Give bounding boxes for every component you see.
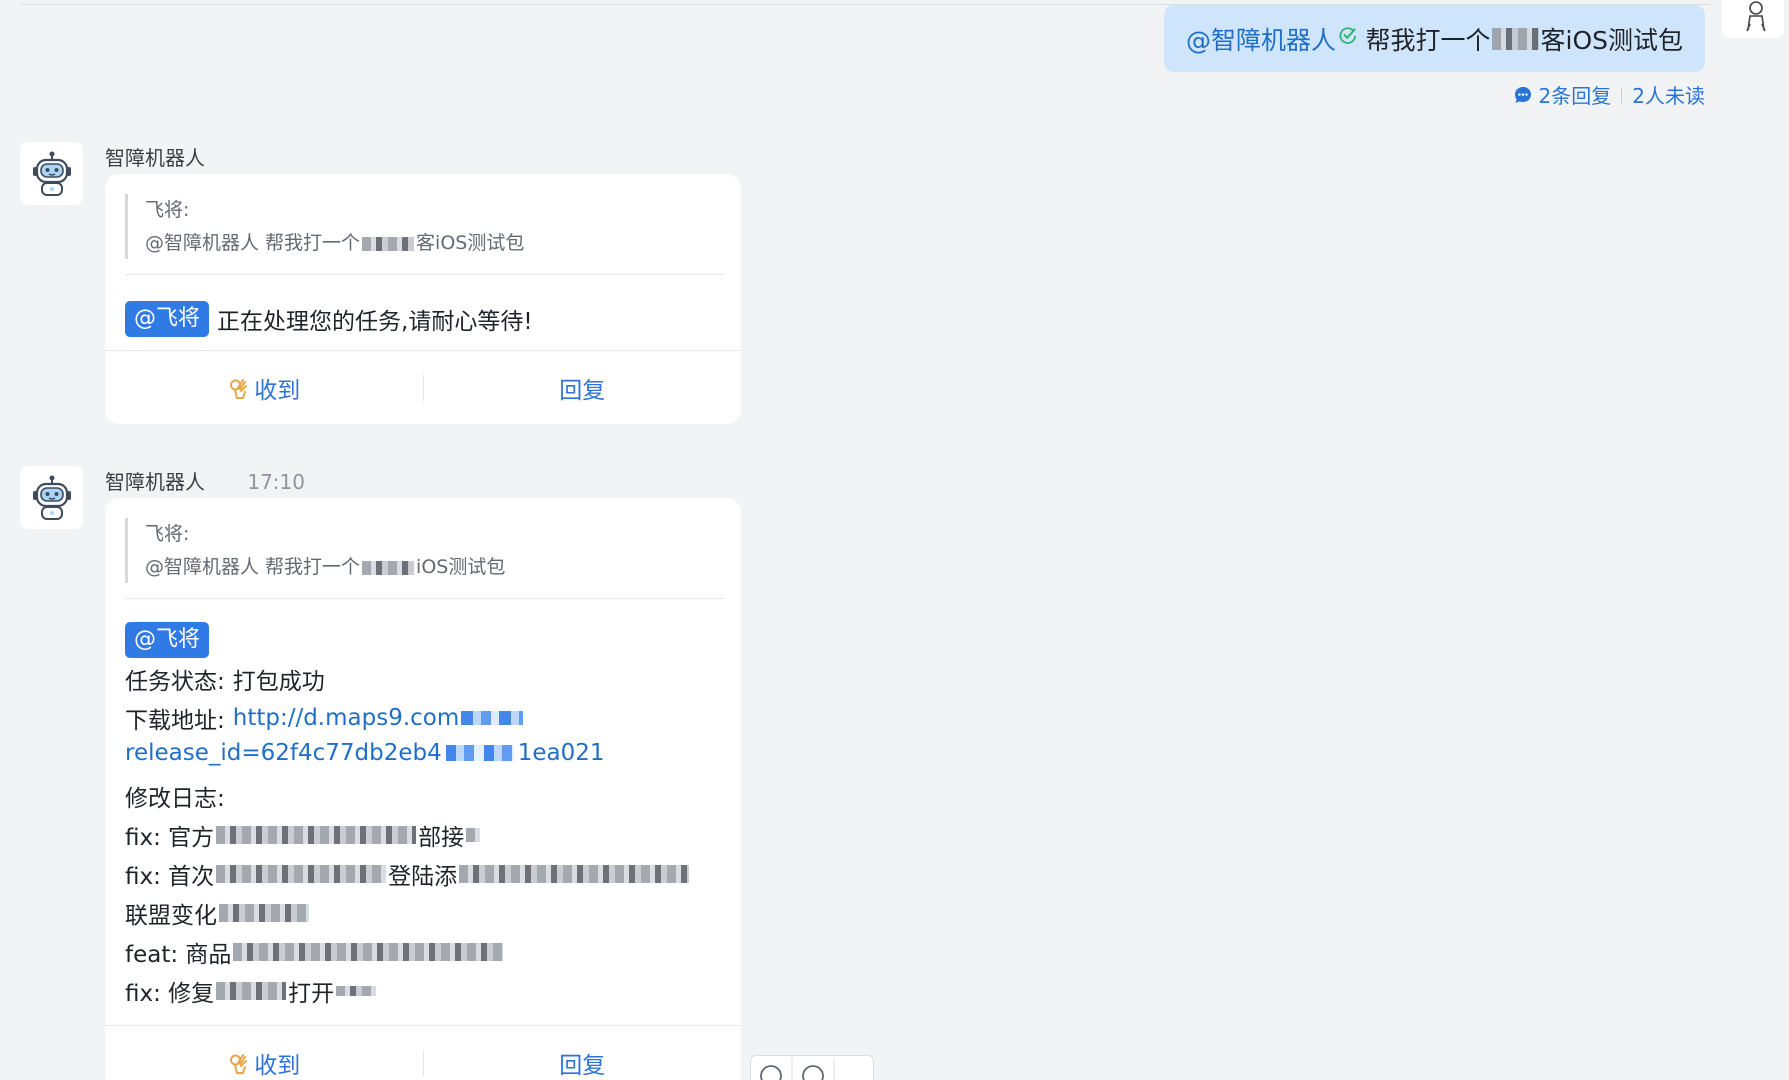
message-card: 飞将: @智障机器人 帮我打一个 客iOS测试包 @飞将 正在处理您的任务,请耐… <box>105 174 741 424</box>
unread-count-link[interactable]: 2人未读 <box>1632 80 1705 109</box>
redacted-link <box>461 711 524 725</box>
changelog-item: fix: 首次 登陆添 <box>125 857 690 891</box>
quoted-message[interactable]: 飞将: @智障机器人 帮我打一个 客iOS测试包 <box>125 194 724 259</box>
quote-text-prefix: @智障机器人 帮我打一个 <box>145 232 361 254</box>
quote-text-suffix: iOS测试包 <box>416 556 506 578</box>
redacted-text <box>216 982 287 1000</box>
quote-author: 飞将: <box>145 523 190 545</box>
quote-text: @智障机器人 帮我打一个 客iOS测试包 <box>145 227 724 260</box>
reply-button-label: 回复 <box>559 378 606 404</box>
download-link[interactable]: release_id=62f4c77db2eb4 <box>125 740 442 766</box>
ack-button[interactable]: 收到 <box>105 1046 423 1080</box>
action-bar: 收到 回复 <box>105 350 741 424</box>
mention-line: @飞将 <box>125 622 217 658</box>
mention-tag[interactable]: @飞将 <box>125 301 210 337</box>
changelog-item-text: 打开 <box>288 981 335 1007</box>
robot-icon <box>32 151 71 196</box>
changelog-item-text: fix: 修复 <box>125 981 215 1007</box>
quote-author: 飞将: <box>145 199 190 221</box>
message-body: 正在处理您的任务,请耐心等待! <box>217 309 533 335</box>
changelog-item-text: 登陆添 <box>388 864 458 890</box>
reply-button-label: 回复 <box>559 1053 606 1079</box>
redacted-text <box>233 943 504 961</box>
message-meta: 2条回复 2人未读 <box>1513 80 1705 109</box>
ok-hand-icon <box>230 1054 248 1074</box>
redacted-text <box>459 865 690 883</box>
redacted-text <box>216 826 417 844</box>
message-text: 客iOS测试包 <box>1540 25 1684 55</box>
changelog-label: 修改日志: <box>125 786 225 812</box>
changelog-item-text: 部接 <box>418 825 465 851</box>
action-bar: 收到 回复 <box>105 1025 741 1080</box>
ack-button-label: 收到 <box>254 378 301 404</box>
quote-text-prefix: @智障机器人 帮我打一个 <box>145 556 361 578</box>
ack-button-label: 收到 <box>254 1053 301 1079</box>
quote-text-suffix: 客iOS测试包 <box>416 232 525 254</box>
changelog-item-text: feat: 商品 <box>125 942 232 968</box>
sender-name-text: 智障机器人 <box>105 470 205 494</box>
toolbar-icons <box>760 1058 835 1080</box>
download-link[interactable]: http://d.maps9.com <box>233 705 460 731</box>
mention-link[interactable]: @智障机器人 <box>1186 21 1336 57</box>
redacted-text <box>336 986 377 996</box>
reply-count-link[interactable]: 2条回复 <box>1539 80 1612 109</box>
check-circle-icon <box>1339 26 1357 44</box>
chat-view: @智障机器人 帮我打一个 客iOS测试包 2条回复 2人未读 智障机器人 飞将:… <box>0 0 1789 1080</box>
download-label: 下载地址: <box>125 708 225 734</box>
redacted-text <box>362 236 415 251</box>
download-line: 下载地址: http://d.maps9.com <box>125 701 524 735</box>
redacted-text <box>466 828 481 842</box>
sender-name-text: 智障机器人 <box>105 146 205 170</box>
changelog-item-text: fix: 官方 <box>125 825 215 851</box>
bot-avatar[interactable] <box>20 466 83 529</box>
status-value: 打包成功 <box>232 669 325 695</box>
redacted-text <box>216 865 387 883</box>
divider <box>125 274 724 275</box>
mention-tag[interactable]: @飞将 <box>125 622 210 658</box>
user-avatar-icon <box>1746 1 1766 32</box>
separator <box>1621 86 1623 103</box>
changelog-item-text: 联盟变化 <box>125 903 217 929</box>
changelog-item: 联盟变化 <box>125 896 309 930</box>
sender-name: 智障机器人 17:10 <box>105 466 305 495</box>
task-status-line: 任务状态: 打包成功 <box>125 662 325 696</box>
bot-avatar[interactable] <box>20 142 83 205</box>
ok-hand-icon <box>230 379 248 399</box>
robot-icon <box>32 475 71 520</box>
changelog-item: feat: 商品 <box>125 935 504 969</box>
status-line: @飞将 正在处理您的任务,请耐心等待! <box>125 301 533 337</box>
quote-text: @智障机器人 帮我打一个 iOS测试包 <box>145 551 724 584</box>
sender-name: 智障机器人 <box>105 142 205 171</box>
outgoing-message-bubble[interactable]: @智障机器人 帮我打一个 客iOS测试包 <box>1164 5 1705 72</box>
message-text: 帮我打一个 <box>1365 25 1491 55</box>
divider <box>125 598 724 599</box>
status-label: 任务状态: <box>125 669 225 695</box>
redacted-text <box>1492 27 1539 50</box>
message-card: 飞将: @智障机器人 帮我打一个 iOS测试包 @飞将 任务状态: 打包成功 下… <box>105 498 741 1080</box>
redacted-text <box>219 904 309 922</box>
changelog-item: fix: 修复 打开 <box>125 974 377 1008</box>
download-link[interactable]: 1ea021 <box>518 740 605 766</box>
changelog-item: fix: 官方 部接 <box>125 818 481 852</box>
reply-button[interactable]: 回复 <box>424 371 742 405</box>
download-line-continued: release_id=62f4c77db2eb4 1ea021 <box>125 740 605 766</box>
message-time: 17:10 <box>247 470 305 494</box>
user-avatar[interactable] <box>1722 0 1784 38</box>
redacted-text <box>362 560 415 575</box>
message-hover-toolbar <box>750 1055 874 1080</box>
reply-button[interactable]: 回复 <box>424 1046 742 1080</box>
ack-button[interactable]: 收到 <box>105 371 423 405</box>
reply-bubble-icon <box>1514 86 1531 103</box>
quoted-message[interactable]: 飞将: @智障机器人 帮我打一个 iOS测试包 <box>125 518 724 583</box>
changelog-item-text: fix: 首次 <box>125 864 215 890</box>
redacted-link <box>445 745 514 761</box>
changelog-label-line: 修改日志: <box>125 779 225 813</box>
